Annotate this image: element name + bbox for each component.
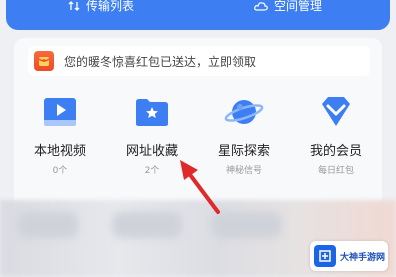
planet-icon [224,100,264,124]
watermark-text: 大神手游网 [340,252,386,263]
space-manage-button[interactable]: 空间管理 [254,0,322,12]
banner-text: 您的暖冬惊喜红包已送达，立即领取 [64,54,257,69]
cloud-icon [254,2,268,11]
grid-item-sub: 2个 [144,166,160,176]
grid-item-sub: 每日红包 [317,166,354,176]
transfer-icon [68,1,80,11]
grid-item-sub: 0个 [52,166,68,176]
grid-item-local-video[interactable]: 本地视频 0个 [14,92,106,202]
grid-item-membership[interactable]: 我的会员 每日红包 [290,92,382,202]
space-manage-label: 空间管理 [274,0,323,13]
top-bar: 传输列表 空间管理 [0,0,396,34]
top-panel: 传输列表 空间管理 [6,0,390,30]
site-logo-icon [314,245,336,267]
transfer-list-label: 传输列表 [86,0,135,13]
red-envelope-banner[interactable]: 您的暖冬惊喜红包已送达，立即领取 [28,46,370,76]
red-pointer-arrow [180,160,220,214]
red-envelope-icon [34,51,54,71]
vip-diamond-icon [322,97,350,126]
play-video-icon [44,98,76,126]
transfer-list-button[interactable]: 传输列表 [68,0,134,12]
blurred-item [18,212,78,238]
grid-item-label: 本地视频 [33,144,86,159]
grid-item-label: 我的会员 [309,144,362,159]
site-watermark: 大神手游网 [310,241,388,271]
bookmark-folder-icon [136,99,168,126]
grid-item-sub: 神秘信号 [225,166,262,176]
